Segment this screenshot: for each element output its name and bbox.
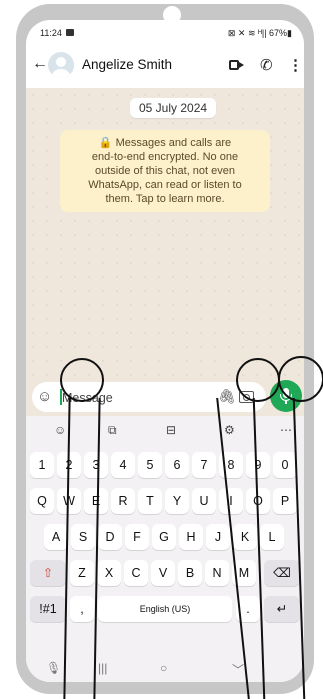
key-f[interactable]: F <box>125 524 149 550</box>
status-bar: 11:24 ⊠ ✕ ≋ ᴴ|| 67%▮ <box>26 20 304 44</box>
key-9[interactable]: 9 <box>246 452 270 478</box>
backspace-key[interactable]: ⌫ <box>264 560 300 586</box>
key-5[interactable]: 5 <box>138 452 162 478</box>
encryption-notice[interactable]: 🔒 Messages and calls are end-to-end encr… <box>60 130 270 212</box>
mic-icon-stem <box>285 401 287 404</box>
key-k[interactable]: K <box>233 524 257 550</box>
gallery-notification-icon <box>66 29 74 36</box>
chat-area: 05 July 2024 🔒 Messages and calls are en… <box>26 88 304 378</box>
symbols-key[interactable]: !#1 <box>30 596 66 622</box>
comma-key[interactable]: , <box>70 596 94 622</box>
attach-icon[interactable]: 🖇 <box>218 388 236 405</box>
date-chip: 05 July 2024 <box>130 98 217 118</box>
back-arrow-icon[interactable]: ← <box>32 55 48 73</box>
annotation-circle-message <box>60 358 104 402</box>
voice-input-icon[interactable]: 🎙 <box>46 661 61 675</box>
contact-name[interactable]: Angelize Smith <box>82 57 172 72</box>
key-s[interactable]: S <box>71 524 95 550</box>
key-t[interactable]: T <box>138 488 162 514</box>
key-z[interactable]: Z <box>70 560 94 586</box>
shift-key[interactable]: ⇧ <box>30 560 66 586</box>
notice-line: them. Tap to learn more. <box>105 193 225 205</box>
key-a[interactable]: A <box>44 524 68 550</box>
key-i[interactable]: I <box>219 488 243 514</box>
key-r[interactable]: R <box>111 488 135 514</box>
key-7[interactable]: 7 <box>192 452 216 478</box>
key-v[interactable]: V <box>151 560 175 586</box>
annotation-circle-mic <box>278 356 323 402</box>
key-b[interactable]: B <box>178 560 202 586</box>
key-n[interactable]: N <box>205 560 229 586</box>
key-u[interactable]: U <box>192 488 216 514</box>
annotation-circle-camera <box>236 358 280 402</box>
avatar[interactable] <box>48 52 74 78</box>
recent-apps-icon[interactable]: ||| <box>98 661 107 675</box>
key-j[interactable]: J <box>206 524 230 550</box>
key-4[interactable]: 4 <box>111 452 135 478</box>
notice-line: end-to-end encrypted. No one <box>91 151 239 163</box>
notice-line: WhatsApp, can read or listen to <box>88 179 242 191</box>
key-3[interactable]: 3 <box>84 452 108 478</box>
voice-call-icon[interactable]: ✆ <box>260 56 273 74</box>
key-w[interactable]: W <box>57 488 81 514</box>
sticker-icon[interactable]: ⧉ <box>108 423 117 438</box>
status-time: 11:24 <box>40 28 62 38</box>
space-key[interactable]: English (US) <box>98 596 232 622</box>
status-icons: ⊠ ✕ ≋ ᴴ|| 67%▮ <box>227 28 292 38</box>
key-p[interactable]: P <box>273 488 297 514</box>
key-g[interactable]: G <box>152 524 176 550</box>
video-call-icon[interactable] <box>229 60 245 72</box>
key-l[interactable]: L <box>260 524 284 550</box>
key-0[interactable]: 0 <box>273 452 297 478</box>
hide-keyboard-icon[interactable]: ﹀ <box>232 661 244 678</box>
phone-screen: 11:24 ⊠ ✕ ≋ ᴴ|| 67%▮ ← Angelize Smith ✆ … <box>26 20 304 682</box>
more-icon[interactable]: ⋯ <box>280 423 292 437</box>
key-c[interactable]: C <box>124 560 148 586</box>
emoji-keyboard-icon[interactable]: ☺ <box>54 423 66 437</box>
phone-frame: 11:24 ⊠ ✕ ≋ ᴴ|| 67%▮ ← Angelize Smith ✆ … <box>16 4 314 694</box>
key-6[interactable]: 6 <box>165 452 189 478</box>
notice-line: 🔒 Messages and calls are <box>98 137 232 149</box>
key-d[interactable]: D <box>98 524 122 550</box>
key-h[interactable]: H <box>179 524 203 550</box>
chat-header: ← Angelize Smith ✆ ⋮ <box>26 44 304 88</box>
home-icon[interactable]: ○ <box>160 661 167 675</box>
key-y[interactable]: Y <box>165 488 189 514</box>
settings-icon[interactable]: ⚙ <box>224 423 235 437</box>
clipboard-icon[interactable]: ⊟ <box>166 423 176 437</box>
notice-line: outside of this chat, not even <box>94 165 236 177</box>
more-options-icon[interactable]: ⋮ <box>288 56 303 74</box>
key-x[interactable]: X <box>97 560 121 586</box>
emoji-icon[interactable]: ☺ <box>37 388 52 405</box>
key-q[interactable]: Q <box>30 488 54 514</box>
enter-key[interactable]: ↵ <box>264 596 300 622</box>
key-1[interactable]: 1 <box>30 452 54 478</box>
